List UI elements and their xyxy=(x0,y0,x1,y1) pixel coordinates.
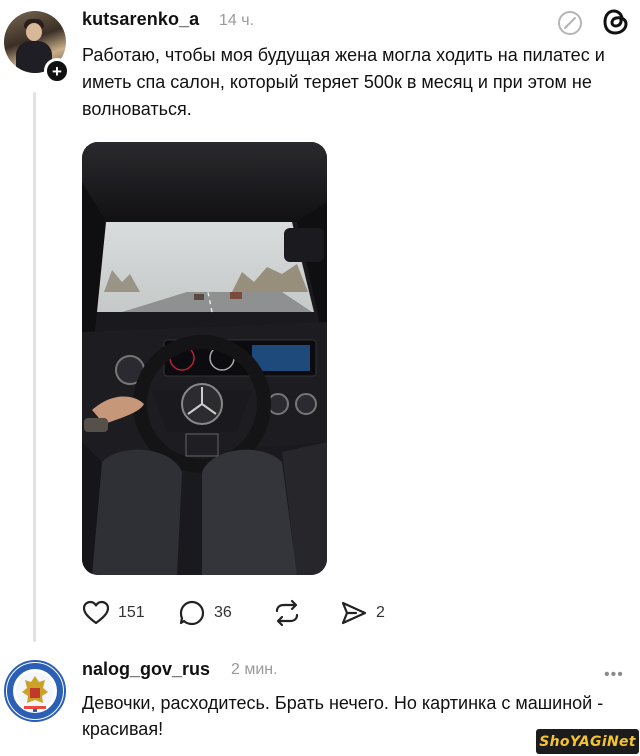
comment-icon xyxy=(179,600,205,626)
repost-icon xyxy=(275,599,299,627)
reply-author-avatar[interactable] xyxy=(4,660,66,722)
more-options-icon[interactable]: ••• xyxy=(604,666,624,684)
car-interior-photo xyxy=(82,142,327,575)
like-count: 151 xyxy=(118,604,145,621)
reply-username[interactable]: nalog_gov_rus xyxy=(82,659,210,680)
thread-line xyxy=(33,92,36,642)
like-button[interactable]: 151 xyxy=(82,598,145,628)
watermark-logo: ShoYAGiNet xyxy=(536,729,639,754)
post-text: Работаю, чтобы моя будущая жена могла хо… xyxy=(82,45,605,119)
avatar-face xyxy=(26,23,42,41)
author-username[interactable]: kutsarenko_a xyxy=(82,9,199,30)
edit-icon[interactable] xyxy=(556,9,584,37)
tax-service-emblem-icon xyxy=(7,663,63,719)
share-button[interactable]: 2 xyxy=(340,598,385,628)
heart-icon xyxy=(82,600,110,625)
post-media-image[interactable] xyxy=(82,142,327,575)
comment-button[interactable]: 36 xyxy=(178,598,232,628)
threads-logo-icon[interactable] xyxy=(600,6,632,38)
post-timestamp: 14 ч. xyxy=(219,12,255,29)
share-count: 2 xyxy=(376,604,385,621)
post-actions: 151 36 2 xyxy=(82,598,402,628)
send-icon xyxy=(341,601,367,625)
follow-plus-icon[interactable]: + xyxy=(44,58,70,84)
reply-timestamp: 2 мин. xyxy=(231,661,278,678)
comment-count: 36 xyxy=(214,604,232,621)
repost-button[interactable] xyxy=(272,598,302,628)
